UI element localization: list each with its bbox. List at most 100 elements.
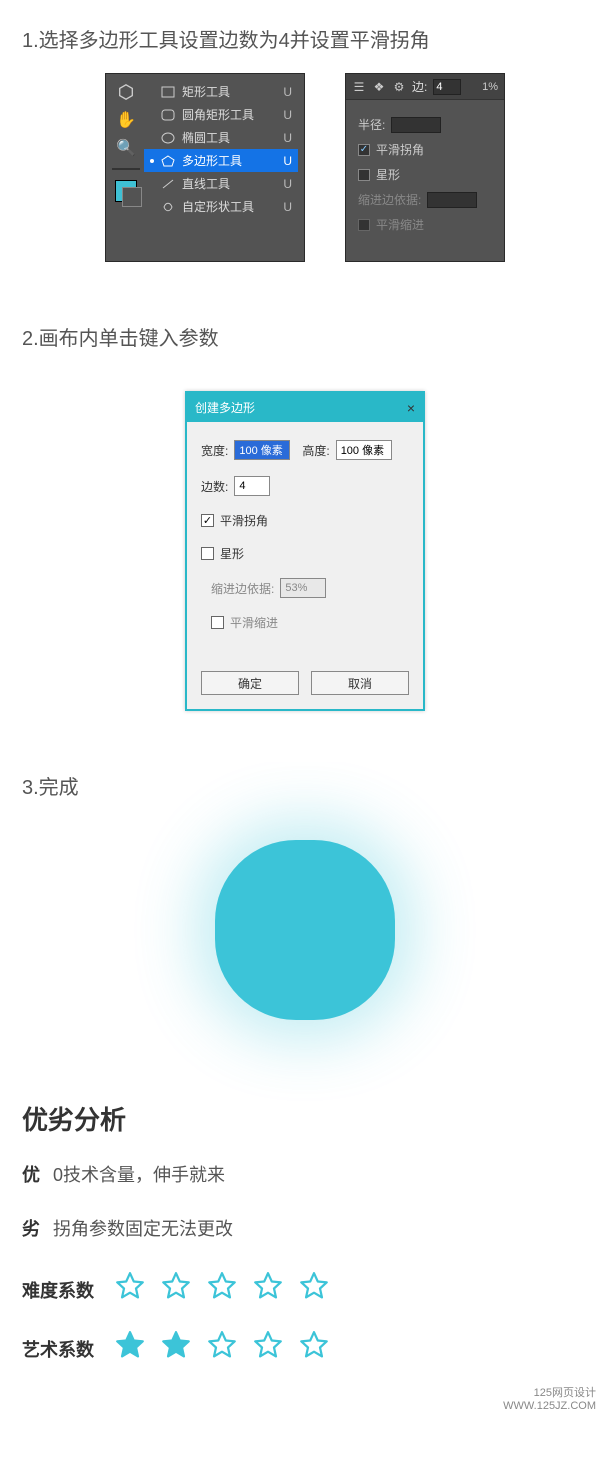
con-line: 劣 拐角参数固定无法更改	[22, 1215, 610, 1241]
pro-line: 优 0技术含量，伸手就来	[22, 1161, 610, 1187]
hand-tool-icon[interactable]: ✋	[114, 108, 138, 132]
tool-label: 自定形状工具	[182, 198, 254, 215]
shortcut: U	[283, 85, 292, 99]
height-label: 高度:	[302, 442, 329, 459]
zoom-tool-icon[interactable]: 🔍	[114, 136, 138, 160]
art-stars	[112, 1328, 332, 1369]
tool-label: 多边形工具	[182, 152, 242, 169]
pct-readout: 1%	[482, 81, 498, 93]
width-label: 宽度:	[201, 442, 228, 459]
layers-icon[interactable]: ❖	[372, 80, 386, 94]
star-icon	[112, 1328, 148, 1369]
tool-row-ellipse[interactable]: 椭圆工具 U	[144, 126, 298, 149]
step1-panels: ✋ 🔍 矩形工具 U 圆角矩形工具 U 椭圆工具 U	[0, 73, 610, 262]
pro-label: 优	[22, 1165, 40, 1185]
smooth-indent-label: 平滑缩进	[376, 216, 424, 233]
radius-row: 半径:	[358, 116, 492, 133]
footer-line2: WWW.125JZ.COM	[503, 1400, 596, 1413]
difficulty-rating-row: 难度系数	[22, 1269, 610, 1310]
art-label: 艺术系数	[22, 1336, 94, 1362]
dlg-smooth-checkbox[interactable]	[201, 514, 214, 527]
dlg-smooth-label: 平滑拐角	[220, 512, 268, 529]
tool-row-line[interactable]: 直线工具 U	[144, 172, 298, 195]
con-label: 劣	[22, 1219, 40, 1239]
options-bar: ☰ ❖ ⚙ 边: 1%	[346, 74, 504, 100]
star-icon	[296, 1269, 332, 1310]
smooth-corner-checkbox[interactable]	[358, 144, 370, 156]
shortcut: U	[283, 154, 292, 168]
rectangle-icon	[160, 85, 176, 99]
radius-label: 半径:	[358, 116, 385, 133]
cancel-button[interactable]: 取消	[311, 671, 409, 695]
star-icon	[250, 1328, 286, 1369]
dlg-sides-label: 边数:	[201, 478, 228, 495]
dlg-star-checkbox[interactable]	[201, 547, 214, 560]
foreground-color-swatch[interactable]	[115, 180, 137, 202]
dlg-sides-input[interactable]	[234, 476, 270, 496]
star-label: 星形	[376, 166, 400, 183]
dialog-title-text: 创建多边形	[195, 399, 255, 416]
dlg-indent-label: 缩进边依据:	[211, 580, 274, 597]
dlg-smooth-indent-label: 平滑缩进	[230, 614, 278, 631]
tool-row-rounded[interactable]: 圆角矩形工具 U	[144, 103, 298, 126]
gear-icon[interactable]: ⚙	[392, 80, 406, 94]
dlg-smooth-row[interactable]: 平滑拐角	[201, 512, 409, 529]
dlg-indent-input	[280, 578, 326, 598]
dlg-star-row[interactable]: 星形	[201, 545, 409, 562]
con-text: 拐角参数固定无法更改	[53, 1219, 233, 1239]
star-icon	[204, 1269, 240, 1310]
shortcut: U	[283, 108, 292, 122]
indent-label: 缩进边依据:	[358, 191, 421, 208]
shortcut: U	[283, 131, 292, 145]
shape-tools-flyout: 矩形工具 U 圆角矩形工具 U 椭圆工具 U 多边形工具 U	[144, 80, 298, 251]
indent-row: 缩进边依据:	[358, 191, 492, 208]
step1-title: 1.选择多边形工具设置边数为4并设置平滑拐角	[22, 24, 610, 53]
star-icon	[112, 1269, 148, 1310]
photoshop-tools-panel: ✋ 🔍 矩形工具 U 圆角矩形工具 U 椭圆工具 U	[105, 73, 305, 262]
height-input[interactable]	[336, 440, 392, 460]
dialog-titlebar[interactable]: 创建多边形 ×	[187, 393, 423, 422]
rounded-rect-icon	[160, 108, 176, 122]
ok-button[interactable]: 确定	[201, 671, 299, 695]
shortcut: U	[283, 177, 292, 191]
polygon-tool-icon[interactable]	[114, 80, 138, 104]
tool-label: 圆角矩形工具	[182, 106, 254, 123]
difficulty-stars	[112, 1269, 332, 1310]
smooth-indent-checkbox	[358, 219, 370, 231]
sides-label: 边:	[412, 78, 427, 95]
polygon-icon	[160, 154, 176, 168]
smooth-corner-label: 平滑拐角	[376, 141, 424, 158]
tool-label: 矩形工具	[182, 83, 230, 100]
star-icon	[204, 1328, 240, 1369]
close-icon[interactable]: ×	[407, 400, 415, 416]
star-icon	[158, 1269, 194, 1310]
smooth-indent-row: 平滑缩进	[358, 216, 492, 233]
star-row[interactable]: 星形	[358, 166, 492, 183]
footer-line1: 125网页设计	[503, 1387, 596, 1400]
pro-text: 0技术含量，伸手就来	[53, 1165, 225, 1185]
smooth-corner-row[interactable]: 平滑拐角	[358, 141, 492, 158]
dlg-smooth-indent-row: 平滑缩进	[211, 614, 409, 631]
tool-row-rect[interactable]: 矩形工具 U	[144, 80, 298, 103]
star-icon	[296, 1328, 332, 1369]
tool-row-polygon[interactable]: 多边形工具 U	[144, 149, 298, 172]
analysis-heading: 优劣分析	[22, 1100, 610, 1137]
tool-label: 直线工具	[182, 175, 230, 192]
create-polygon-dialog: 创建多边形 × 宽度: 高度: 边数: 平滑拐角 星形	[185, 391, 425, 711]
tool-row-custom[interactable]: 自定形状工具 U	[144, 195, 298, 218]
ellipse-icon	[160, 131, 176, 145]
line-icon	[160, 177, 176, 191]
star-checkbox[interactable]	[358, 169, 370, 181]
dlg-star-label: 星形	[220, 545, 244, 562]
dlg-smooth-indent-checkbox	[211, 616, 224, 629]
shortcut: U	[283, 200, 292, 214]
width-input[interactable]	[234, 440, 290, 460]
sides-input[interactable]	[433, 79, 461, 95]
indent-input	[427, 192, 477, 208]
align-icon[interactable]: ☰	[352, 80, 366, 94]
radius-input[interactable]	[391, 117, 441, 133]
polygon-options-panel: ☰ ❖ ⚙ 边: 1% 半径: 平滑拐角 星形 缩进边依据:	[345, 73, 505, 262]
step3-title: 3.完成	[22, 771, 610, 800]
star-icon	[250, 1269, 286, 1310]
custom-shape-icon	[160, 200, 176, 214]
